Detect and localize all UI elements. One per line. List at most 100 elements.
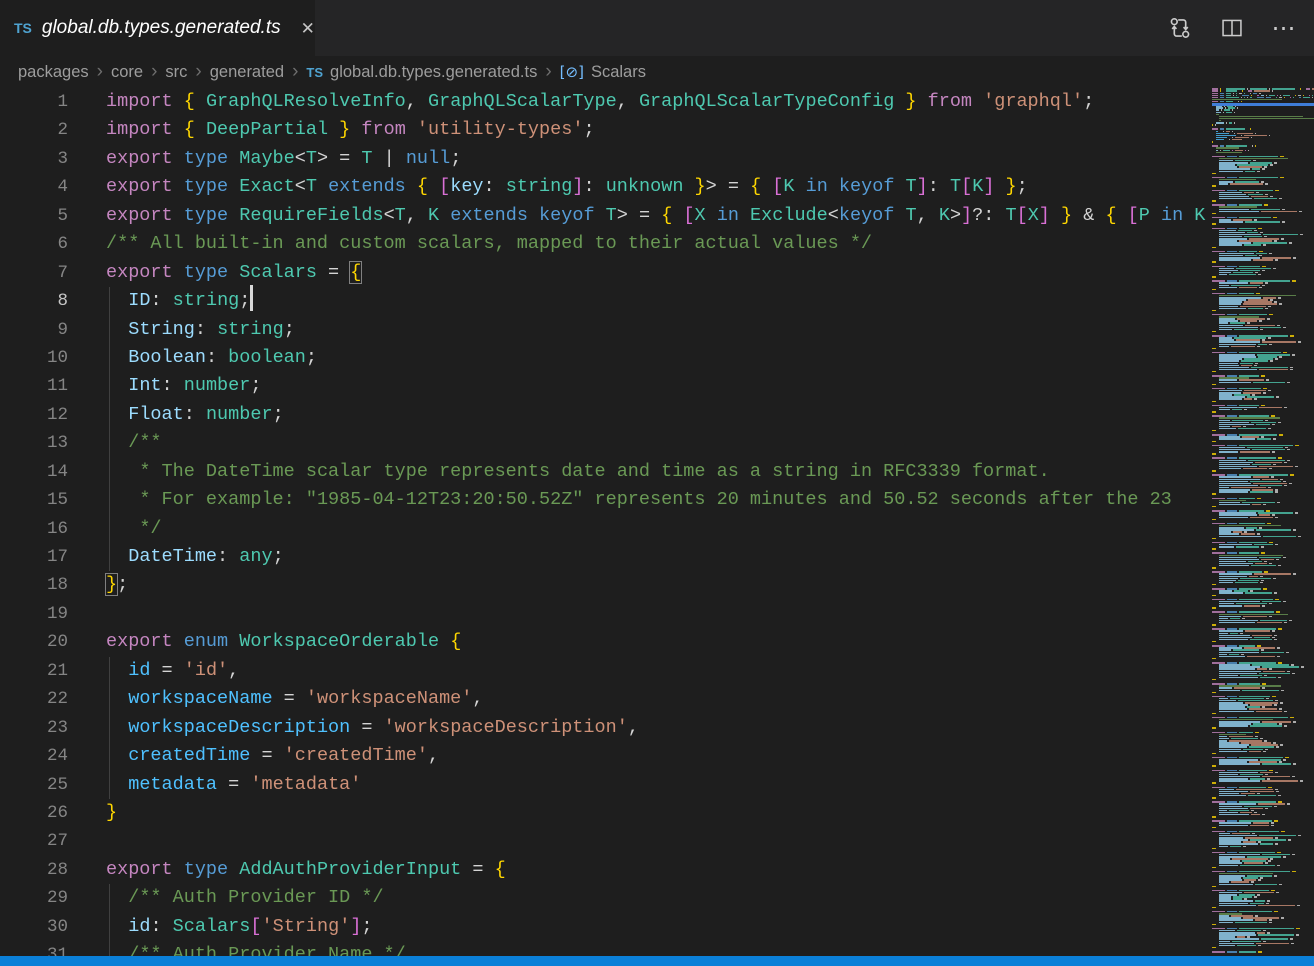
code-line[interactable]: 26} <box>0 799 1208 827</box>
code-line[interactable]: 3export type Maybe<T> = T | null; <box>0 145 1208 173</box>
breadcrumb-item-symbol-scalars[interactable]: Scalars <box>591 63 646 82</box>
line-number[interactable]: 1 <box>0 88 68 116</box>
line-number[interactable]: 7 <box>0 259 68 287</box>
code-text: import { DeepPartial } from 'utility-typ… <box>106 116 595 144</box>
code-line[interactable]: 16 */ <box>0 515 1208 543</box>
line-number[interactable]: 25 <box>0 771 68 799</box>
minimap[interactable] <box>1212 88 1314 956</box>
open-changes-button[interactable] <box>1168 16 1192 40</box>
line-number[interactable]: 9 <box>0 316 68 344</box>
code-line[interactable]: 8 ID: string; <box>0 287 1208 315</box>
code-line[interactable]: 2 import { DeepPartial } from 'utility-ty… <box>0 116 1208 144</box>
code-text: id = 'id', <box>106 657 239 685</box>
code-line[interactable]: 9 String: string; <box>0 316 1208 344</box>
code-line[interactable]: 23 workspaceDescription = 'workspaceDesc… <box>0 714 1208 742</box>
code-line[interactable]: 29 /** Auth Provider ID */ <box>0 884 1208 912</box>
line-number[interactable]: 19 <box>0 600 68 628</box>
status-bar[interactable] <box>0 956 1314 966</box>
code-line[interactable]: 18}; <box>0 571 1208 599</box>
line-number[interactable]: 4 <box>0 173 68 201</box>
code-text: * The DateTime scalar type represents da… <box>106 458 1050 486</box>
code-line[interactable]: 15 * For example: "1985-04-12T23:20:50.5… <box>0 486 1208 514</box>
breadcrumb-item-generated[interactable]: generated <box>210 63 284 82</box>
code-line[interactable]: 11 Int: number; <box>0 372 1208 400</box>
line-number[interactable]: 10 <box>0 344 68 372</box>
code-line[interactable]: 22 workspaceName = 'workspaceName', <box>0 685 1208 713</box>
line-number[interactable]: 5 <box>0 202 68 230</box>
text-cursor <box>250 285 253 311</box>
line-number[interactable]: 15 <box>0 486 68 514</box>
code-line[interactable]: 28export type AddAuthProviderInput = { <box>0 856 1208 884</box>
code-line[interactable]: 31 /** Auth Provider Name */ <box>0 941 1208 956</box>
code-text: workspaceDescription = 'workspaceDescrip… <box>106 714 639 742</box>
tab-global-db-types-generated-ts[interactable]: TS global.db.types.generated.ts ✕ <box>0 0 315 56</box>
code-line[interactable]: 10 Boolean: boolean; <box>0 344 1208 372</box>
code-editor[interactable]: 1import { GraphQLResolveInfo, GraphQLSca… <box>0 88 1208 956</box>
code-text: */ <box>106 515 162 543</box>
line-number[interactable]: 28 <box>0 856 68 884</box>
code-line[interactable]: 4export type Exact<T extends { [key: str… <box>0 173 1208 201</box>
code-text: }; <box>106 571 128 599</box>
line-number[interactable]: 22 <box>0 685 68 713</box>
line-number[interactable]: 8 <box>0 287 68 315</box>
line-number[interactable]: 13 <box>0 429 68 457</box>
close-tab-icon[interactable]: ✕ <box>301 20 315 37</box>
code-line[interactable]: 12 Float: number; <box>0 401 1208 429</box>
code-line[interactable]: 30 id: Scalars['String']; <box>0 913 1208 941</box>
code-line[interactable]: 17 DateTime: any; <box>0 543 1208 571</box>
line-number[interactable]: 21 <box>0 657 68 685</box>
split-editor-button[interactable] <box>1220 16 1244 40</box>
chevron-right-icon: › <box>544 61 552 83</box>
code-line[interactable]: 21 id = 'id', <box>0 657 1208 685</box>
code-line[interactable]: 14 * The DateTime scalar type represents… <box>0 458 1208 486</box>
line-number[interactable]: 2 <box>0 116 68 144</box>
line-number[interactable]: 30 <box>0 913 68 941</box>
code-text: } <box>106 799 117 827</box>
code-lines: 1import { GraphQLResolveInfo, GraphQLSca… <box>0 88 1208 956</box>
vscode-window: TS global.db.types.generated.ts ✕ <box>0 0 1314 966</box>
line-number[interactable]: 3 <box>0 145 68 173</box>
code-text: /** All built-in and custom scalars, map… <box>106 230 872 258</box>
code-text: /** Auth Provider Name */ <box>106 941 406 956</box>
breadcrumb-item-filename[interactable]: global.db.types.generated.ts <box>330 63 537 82</box>
line-number[interactable]: 20 <box>0 628 68 656</box>
breadcrumb-item-src[interactable]: src <box>165 63 187 82</box>
breadcrumb: packages › core › src › generated › TS g… <box>0 56 1314 88</box>
code-line[interactable]: 25 metadata = 'metadata' <box>0 771 1208 799</box>
line-number[interactable]: 12 <box>0 401 68 429</box>
line-number[interactable]: 23 <box>0 714 68 742</box>
more-actions-button[interactable]: ⋯ <box>1272 16 1296 40</box>
split-editor-icon <box>1221 17 1243 39</box>
code-text: ID: string; <box>106 287 253 315</box>
code-text: metadata = 'metadata' <box>106 771 361 799</box>
code-line[interactable]: 27 <box>0 827 1208 855</box>
breadcrumb-item-core[interactable]: core <box>111 63 143 82</box>
indent-guide <box>109 941 110 956</box>
indent-guide <box>109 657 110 685</box>
line-number[interactable]: 26 <box>0 799 68 827</box>
indent-guide <box>109 742 110 770</box>
line-number[interactable]: 24 <box>0 742 68 770</box>
code-text: /** Auth Provider ID */ <box>106 884 384 912</box>
line-number[interactable]: 18 <box>0 571 68 599</box>
code-line[interactable]: 24 createdTime = 'createdTime', <box>0 742 1208 770</box>
line-number[interactable]: 31 <box>0 941 68 956</box>
line-number[interactable]: 27 <box>0 827 68 855</box>
code-line[interactable]: 20 export enum WorkspaceOrderable { <box>0 628 1208 656</box>
indent-guide <box>109 344 110 372</box>
code-line[interactable]: 13 /** <box>0 429 1208 457</box>
breadcrumb-item-packages[interactable]: packages <box>18 63 89 82</box>
line-number[interactable]: 14 <box>0 458 68 486</box>
indent-guide <box>109 287 110 315</box>
code-line[interactable]: 5export type RequireFields<T, K extends … <box>0 202 1208 230</box>
line-number[interactable]: 29 <box>0 884 68 912</box>
line-number[interactable]: 6 <box>0 230 68 258</box>
code-line[interactable]: 1import { GraphQLResolveInfo, GraphQLSca… <box>0 88 1208 116</box>
code-line[interactable]: 6 /** All built-in and custom scalars, ma… <box>0 230 1208 258</box>
code-text: export enum WorkspaceOrderable { <box>106 628 461 656</box>
line-number[interactable]: 17 <box>0 543 68 571</box>
line-number[interactable]: 16 <box>0 515 68 543</box>
code-line[interactable]: 19 <box>0 600 1208 628</box>
code-line[interactable]: 7export type Scalars = { <box>0 259 1208 287</box>
line-number[interactable]: 11 <box>0 372 68 400</box>
